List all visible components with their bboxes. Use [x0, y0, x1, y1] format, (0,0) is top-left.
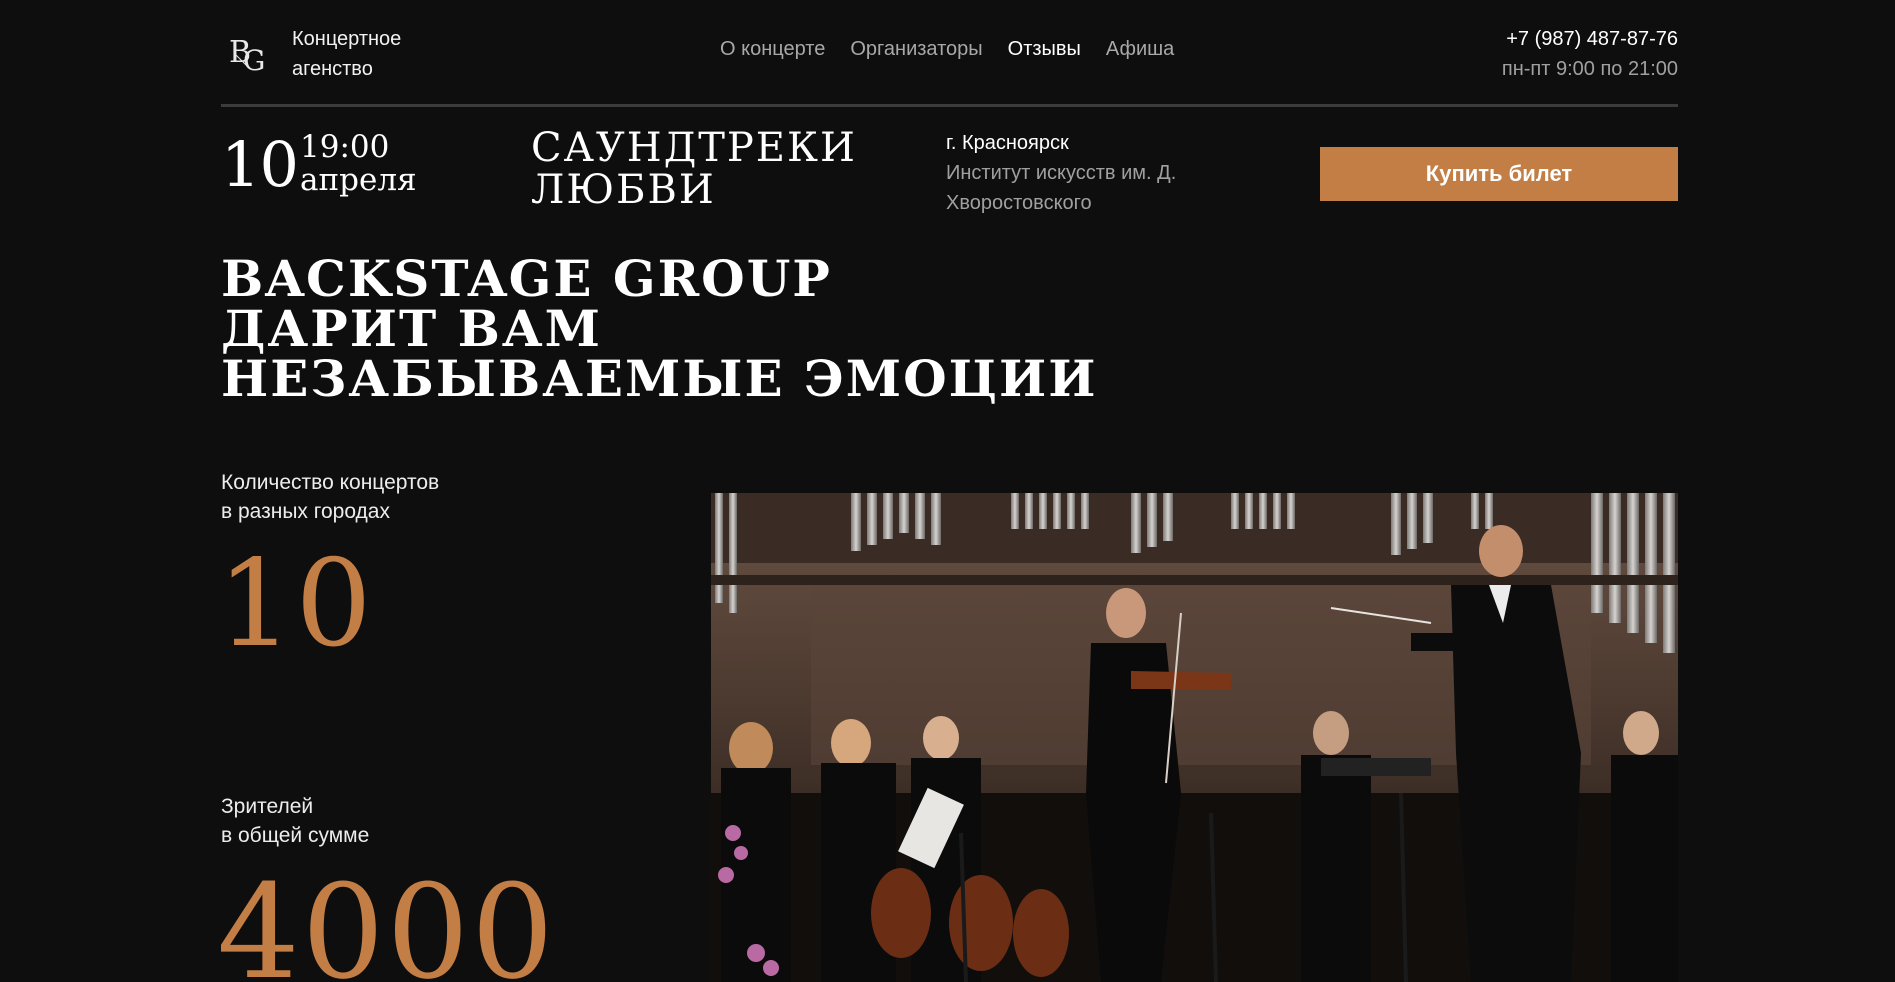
stat-concerts-label-line-1: Количество концертов [221, 471, 440, 494]
stat-viewers-value: 4000 [217, 856, 556, 982]
nav-poster[interactable]: Афиша [1106, 38, 1174, 61]
nav-organizers[interactable]: Организаторы [850, 38, 982, 61]
hero-headline-line-2: ДАРИТ ВАМ [221, 299, 602, 358]
venue-name-line-2: Хворостовского [946, 192, 1092, 214]
event-title-line-1: САУНДТРЕКИ [531, 125, 857, 171]
stat-viewers-label-line-1: Зрителей [221, 795, 314, 818]
concert-photo [711, 493, 1678, 982]
stat-viewers-label-line-2: в общей сумме [221, 824, 370, 847]
working-hours: пн-пт 9:00 по 21:00 [1501, 58, 1678, 80]
hero-headline: BACKSTAGE GROUP ДАРИТ ВАМ НЕЗАБЫВАЕМЫЕ Э… [221, 254, 1097, 404]
logo-icon[interactable]: B G [227, 28, 271, 77]
nav-reviews[interactable]: Отзывы [1008, 38, 1081, 61]
event-time: 19:00 [300, 129, 390, 165]
event-title-line-2: ЛЮБВИ [531, 167, 716, 213]
event-time-block: 19:00 апреля [300, 131, 417, 197]
event-day: 10 [221, 128, 299, 201]
stat-viewers-label: Зрителей в общей сумме [221, 792, 369, 850]
event-venue: г. Красноярск Институт искусств им. Д. Х… [946, 128, 1236, 218]
venue-city: г. Красноярск [946, 132, 1069, 154]
hero-headline-line-1: BACKSTAGE GROUP [221, 249, 832, 308]
header-divider [221, 104, 1678, 107]
brand-line-1: Концертное [292, 28, 402, 50]
event-month: апреля [300, 162, 417, 198]
brand-name[interactable]: Концертное агенство [292, 24, 401, 84]
event-title: САУНДТРЕКИ ЛЮБВИ [531, 127, 857, 211]
brand-line-2: агенство [292, 58, 373, 80]
venue-name-line-1: Институт искусств им. Д. [946, 162, 1177, 184]
svg-text:G: G [243, 44, 265, 76]
contact-info: +7 (987) 487-87-76 пн-пт 9:00 по 21:00 [1502, 24, 1678, 84]
stat-concerts-value: 10 [217, 535, 374, 674]
stat-concerts-label-line-2: в разных городах [221, 500, 390, 523]
stat-concerts-label: Количество концертов в разных городах [221, 468, 439, 526]
buy-ticket-button[interactable]: Купить билет [1320, 147, 1678, 201]
page: B G Концертное агенство О концерте Орган… [217, 0, 1678, 982]
nav-about-concert[interactable]: О концерте [720, 38, 825, 61]
phone-link[interactable]: +7 (987) 487-87-76 [1502, 24, 1678, 54]
main-nav: О концерте Организаторы Отзывы Афиша [720, 38, 1174, 61]
hero-headline-line-3: НЕЗАБЫВАЕМЫЕ ЭМОЦИИ [221, 349, 1098, 408]
